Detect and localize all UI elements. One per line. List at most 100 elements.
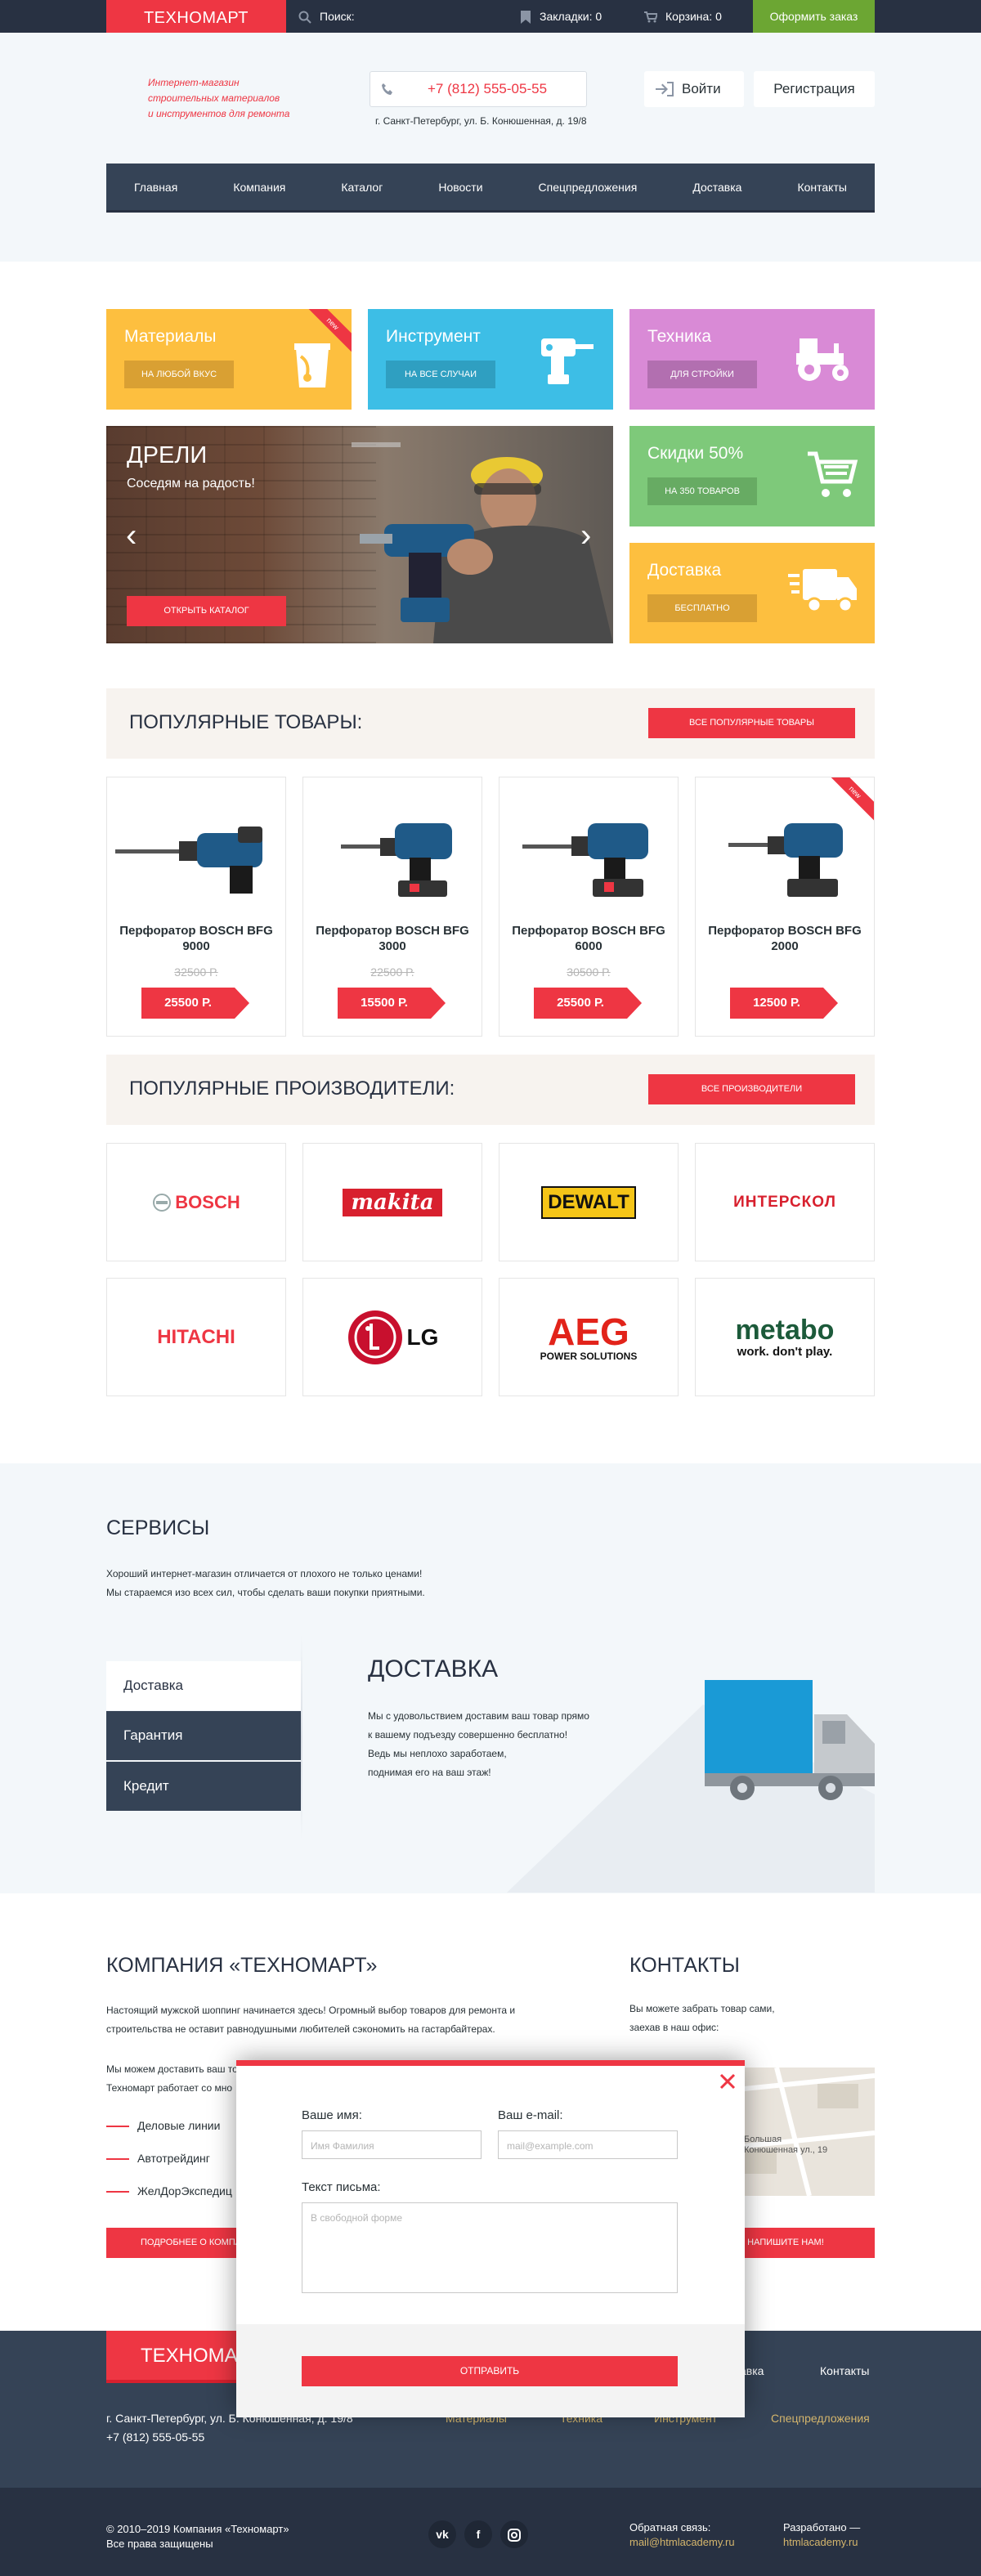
brand-aeg[interactable]: AEG POWER SOLUTIONS xyxy=(499,1278,679,1396)
product-card[interactable]: Перфоратор BOSCH BFG 3000 22500 Р. 15500… xyxy=(302,777,482,1037)
paint-bucket-icon xyxy=(294,343,330,388)
slider-next-icon[interactable]: › xyxy=(580,519,591,552)
product-card[interactable]: Перфоратор BOSCH BFG 9000 32500 Р. 25500… xyxy=(106,777,286,1037)
bookmarks-link[interactable]: Закладки: 0 xyxy=(520,0,602,33)
copyright-line: © 2010–2019 Компания «Техномарт» xyxy=(106,2523,289,2535)
login-icon xyxy=(656,82,674,96)
footer-phone[interactable]: +7 (812) 555-05-55 xyxy=(106,2428,353,2447)
name-input[interactable]: Имя Фамилия xyxy=(302,2130,482,2159)
login-label: Войти xyxy=(682,81,721,96)
product-name[interactable]: Перфоратор BOSCH BFG 9000 xyxy=(107,923,285,954)
phone-number[interactable]: +7 (812) 555-05-55 xyxy=(428,81,547,97)
footer-link-special-offers[interactable]: Спецпредложения xyxy=(771,2412,870,2425)
tab-credit[interactable]: Кредит xyxy=(106,1762,301,1811)
tile-machinery[interactable]: Техника Для стройки xyxy=(629,309,875,410)
product-name[interactable]: Перфоратор BOSCH BFG 3000 xyxy=(303,923,482,954)
tile-button[interactable]: На все случаи xyxy=(386,361,495,388)
bookmarks-label: Закладки: 0 xyxy=(540,10,602,23)
company-title: КОМПАНИЯ «ТЕХНОМАРТ» xyxy=(106,1954,378,1977)
nav-home[interactable]: Главная xyxy=(134,181,177,194)
instagram-glyph xyxy=(508,2529,521,2542)
email-input[interactable]: mail@example.com xyxy=(498,2130,678,2159)
brand-dewalt[interactable]: DEWALT xyxy=(499,1143,679,1261)
popular-brands-header: ПОПУЛЯРНЫЕ ПРОИЗВОДИТЕЛИ: Все производит… xyxy=(106,1055,875,1125)
tile-discounts[interactable]: Скидки 50% На 350 товаров xyxy=(629,426,875,526)
buy-price-button[interactable]: 25500 Р. xyxy=(141,988,249,1019)
tile-title: Скидки 50% xyxy=(647,444,744,463)
send-button[interactable]: Отправить xyxy=(302,2356,678,2386)
section-title: ПОПУЛЯРНЫЕ ПРОИЗВОДИТЕЛИ: xyxy=(129,1077,455,1100)
delivery-title: ДОСТАВКА xyxy=(368,1655,499,1682)
brand-name: DEWALT xyxy=(541,1185,636,1219)
divider xyxy=(301,1635,302,1839)
buy-price-button[interactable]: 12500 Р. xyxy=(730,988,838,1019)
nav-catalog[interactable]: Каталог xyxy=(341,181,383,194)
feedback-modal: Ваше имя: Имя Фамилия Ваш e-mail: mail@e… xyxy=(236,2060,745,2417)
buy-price-button[interactable]: 15500 Р. xyxy=(338,988,446,1019)
company-text: Настоящий мужской шоппинг начинается зде… xyxy=(106,2001,515,2039)
checkout-button[interactable]: Оформить заказ xyxy=(753,0,875,33)
tile-button[interactable]: На любой вкус xyxy=(124,361,234,388)
product-name[interactable]: Перфоратор BOSCH BFG 2000 xyxy=(696,923,874,954)
buy-price-button[interactable]: 25500 Р. xyxy=(534,988,642,1019)
brand-hitachi[interactable]: HITACHI xyxy=(106,1278,286,1396)
tile-materials[interactable]: new Материалы На любой вкус xyxy=(106,309,352,410)
logo[interactable]: ТЕХНОМАРТ xyxy=(106,0,286,37)
vk-icon[interactable]: vk xyxy=(428,2520,456,2548)
tile-button[interactable]: Для стройки xyxy=(647,361,757,388)
partner-item: Деловые линии xyxy=(106,2119,220,2132)
promo-slider: ДРЕЛИ Соседям на радость! Открыть катало… xyxy=(106,426,613,643)
feedback-email[interactable]: mail@htmlacademy.ru xyxy=(629,2535,735,2550)
copyright-line: Все права защищены xyxy=(106,2538,213,2550)
brand-makita[interactable]: makita xyxy=(302,1143,482,1261)
nav-delivery[interactable]: Доставка xyxy=(692,181,741,194)
copyright: © 2010–2019 Компания «Техномарт» Все пра… xyxy=(106,2522,289,2551)
old-price: 32500 Р. xyxy=(174,965,218,979)
search[interactable]: Поиск: xyxy=(298,0,355,33)
brand-name: makita xyxy=(343,1188,442,1216)
brand-name: AEG xyxy=(548,1310,629,1353)
feedback-label: Обратная связь: xyxy=(629,2521,711,2533)
product-card[interactable]: new Перфоратор BOSCH BFG 2000 12500 Р. xyxy=(695,777,875,1037)
brand-lg[interactable]: LG xyxy=(302,1278,482,1396)
nav-contacts[interactable]: Контакты xyxy=(797,181,846,194)
company-text-2: Мы можем доставить ваш то Техномарт рабо… xyxy=(106,2060,238,2098)
tile-button[interactable]: Бесплатно xyxy=(647,594,757,622)
product-card[interactable]: Перфоратор BOSCH BFG 6000 30500 Р. 25500… xyxy=(499,777,679,1037)
open-catalog-button[interactable]: Открыть каталог xyxy=(127,596,286,626)
slider-prev-icon[interactable]: ‹ xyxy=(126,519,137,552)
login-button[interactable]: Войти xyxy=(644,71,744,107)
tab-delivery[interactable]: Доставка xyxy=(106,1661,301,1710)
register-button[interactable]: Регистрация xyxy=(754,71,875,107)
tab-warranty[interactable]: Гарантия xyxy=(106,1711,301,1760)
search-label: Поиск: xyxy=(320,10,355,23)
tile-button[interactable]: На 350 товаров xyxy=(647,477,757,505)
contacts-text-line: заехав в наш офис: xyxy=(629,2022,719,2033)
brand-bosch[interactable]: BOSCH xyxy=(106,1143,286,1261)
all-popular-button[interactable]: Все популярные товары xyxy=(648,708,855,738)
brand-name: LG xyxy=(406,1324,439,1350)
services-text-line: Хороший интернет-магазин отличается от п… xyxy=(106,1568,423,1579)
popular-products-header: ПОПУЛЯРНЫЕ ТОВАРЫ: Все популярные товары xyxy=(106,688,875,759)
brand-metabo[interactable]: metabo work. don't play. xyxy=(695,1278,875,1396)
company-text-line: строительства не оставит равнодушными лю… xyxy=(106,2023,495,2035)
cart-link[interactable]: Корзина: 0 xyxy=(644,0,722,33)
old-price: 22500 Р. xyxy=(370,965,414,979)
developer-link[interactable]: htmlacademy.ru xyxy=(783,2535,860,2550)
brand-name: metabo xyxy=(735,1315,835,1346)
tile-delivery[interactable]: Доставка Бесплатно xyxy=(629,543,875,643)
hammer-drill-image xyxy=(728,823,843,897)
nav-special-offers[interactable]: Спецпредложения xyxy=(539,181,638,194)
brand-interskol[interactable]: ИНТЕРСКОЛ xyxy=(695,1143,875,1261)
footer-link-contacts[interactable]: Контакты xyxy=(820,2364,869,2377)
product-name[interactable]: Перфоратор BOSCH BFG 6000 xyxy=(499,923,678,954)
tile-tools[interactable]: Инструмент На все случаи xyxy=(368,309,613,410)
all-brands-button[interactable]: Все производители xyxy=(648,1074,855,1104)
close-icon[interactable] xyxy=(719,2072,737,2090)
brand-name: HITACHI xyxy=(157,1325,235,1348)
facebook-icon[interactable]: f xyxy=(464,2520,492,2548)
nav-news[interactable]: Новости xyxy=(438,181,482,194)
instagram-icon[interactable] xyxy=(500,2520,528,2548)
nav-company[interactable]: Компания xyxy=(233,181,285,194)
message-textarea[interactable]: В свободной форме xyxy=(302,2202,678,2293)
